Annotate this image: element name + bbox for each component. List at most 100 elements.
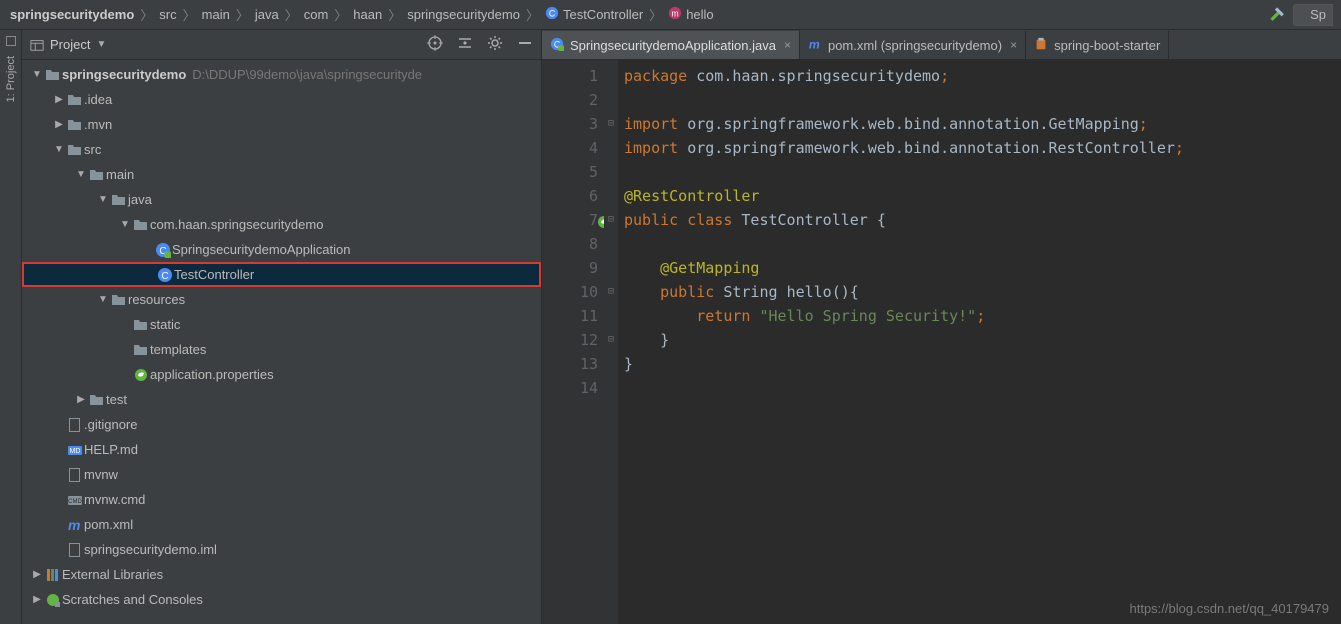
line-number: 10	[542, 280, 598, 304]
breadcrumb-label: src	[159, 7, 176, 22]
tree-row[interactable]: springsecuritydemo.iml	[22, 537, 541, 562]
tree-row[interactable]: templates	[22, 337, 541, 362]
code-line[interactable]: public class TestController {	[624, 208, 1341, 232]
close-icon[interactable]: ×	[782, 38, 791, 52]
fold-handle[interactable]: ⊟	[604, 328, 618, 352]
tree-row[interactable]: static	[22, 312, 541, 337]
code-line[interactable]: import org.springframework.web.bind.anno…	[624, 136, 1341, 160]
build-icon[interactable]	[1267, 4, 1285, 25]
locate-icon[interactable]	[427, 35, 443, 54]
tree-row[interactable]: HELP.md	[22, 437, 541, 462]
code-line[interactable]	[624, 376, 1341, 400]
tree-arrow-icon[interactable]	[30, 569, 44, 580]
fold-handle[interactable]: ⊟	[604, 208, 618, 232]
breadcrumb-label: main	[202, 7, 230, 22]
code-content[interactable]: package com.haan.springsecuritydemo; imp…	[618, 60, 1341, 624]
code-line[interactable]: return "Hello Spring Security!";	[624, 304, 1341, 328]
tree-arrow-icon[interactable]	[118, 219, 132, 230]
run-config-selector[interactable]: Sp	[1293, 4, 1333, 26]
tool-window-icon[interactable]	[6, 36, 16, 46]
fold-handle	[604, 160, 618, 184]
tree-row[interactable]: src	[22, 137, 541, 162]
line-number: 4	[542, 136, 598, 160]
project-sidebar-title[interactable]: Project	[50, 37, 90, 52]
editor-gutter: 1234567891011121314	[542, 60, 604, 624]
tree-row[interactable]: .mvn	[22, 112, 541, 137]
class-icon	[545, 6, 559, 23]
breadcrumb-item[interactable]: java	[253, 7, 281, 22]
tree-arrow-icon[interactable]	[52, 119, 66, 130]
tree-arrow-icon[interactable]	[74, 394, 88, 405]
breadcrumb-item[interactable]: main	[200, 7, 232, 22]
breadcrumb-item[interactable]: TestController	[543, 6, 645, 23]
code-line[interactable]: }	[624, 328, 1341, 352]
tree-row[interactable]: mvnw.cmd	[22, 487, 541, 512]
editor-tab[interactable]: spring-boot-starter	[1026, 31, 1169, 59]
tree-row[interactable]: resources	[22, 287, 541, 312]
code-line[interactable]	[624, 232, 1341, 256]
tree-arrow-icon[interactable]	[30, 594, 44, 605]
tree-label: .gitignore	[84, 417, 137, 432]
folder-icon	[66, 142, 84, 158]
hide-icon[interactable]	[517, 35, 533, 54]
fold-handle	[604, 232, 618, 256]
fold-handle[interactable]: ⊟	[604, 280, 618, 304]
close-icon[interactable]: ×	[1008, 38, 1017, 52]
tree-row[interactable]: springsecuritydemoD:\DDUP\99demo\java\sp…	[22, 62, 541, 87]
tree-label: java	[128, 192, 152, 207]
tree-label: .idea	[84, 92, 112, 107]
tree-row[interactable]: External Libraries	[22, 562, 541, 587]
tree-arrow-icon[interactable]	[52, 144, 66, 155]
code-line[interactable]	[624, 160, 1341, 184]
code-line[interactable]: @RestController	[624, 184, 1341, 208]
tree-row[interactable]: TestController	[22, 262, 541, 287]
file-icon	[66, 417, 84, 433]
project-tree[interactable]: springsecuritydemoD:\DDUP\99demo\java\sp…	[22, 60, 541, 624]
file-icon	[66, 467, 84, 483]
editor-tab[interactable]: SpringsecuritydemoApplication.java×	[542, 31, 800, 59]
editor-tab[interactable]: pom.xml (springsecuritydemo)×	[800, 31, 1026, 59]
breadcrumb-item[interactable]: springsecuritydemo	[405, 7, 522, 22]
code-line[interactable]: }	[624, 352, 1341, 376]
project-tool-tab[interactable]: 1: Project	[3, 50, 19, 108]
tree-extra: D:\DDUP\99demo\java\springsecurityde	[192, 67, 422, 82]
code-line[interactable]: @GetMapping	[624, 256, 1341, 280]
tree-row[interactable]: mvnw	[22, 462, 541, 487]
tree-row[interactable]: main	[22, 162, 541, 187]
fold-handle[interactable]: ⊟	[604, 112, 618, 136]
lib-icon	[44, 567, 62, 583]
tree-row[interactable]: .idea	[22, 87, 541, 112]
breadcrumb-item[interactable]: haan	[351, 7, 384, 22]
cmd-icon	[66, 492, 84, 508]
breadcrumb-item[interactable]: springsecuritydemo	[8, 7, 136, 22]
tree-arrow-icon[interactable]	[96, 294, 110, 305]
code-editor[interactable]: 1234567891011121314 ⊟ ⊟ ⊟ ⊟ package com.haa…	[542, 60, 1341, 624]
collapse-all-icon[interactable]	[457, 35, 473, 54]
fold-handle	[604, 352, 618, 376]
project-sidebar: Project ▼ springsecuritydemoD:\DDUP\99de…	[22, 30, 542, 624]
tree-arrow-icon[interactable]	[74, 169, 88, 180]
tree-arrow-icon[interactable]	[30, 69, 44, 80]
breadcrumb-item[interactable]: hello	[666, 6, 715, 23]
fold-strip: ⊟ ⊟ ⊟ ⊟	[604, 60, 618, 624]
code-line[interactable]: package com.haan.springsecuritydemo;	[624, 64, 1341, 88]
tree-row[interactable]: .gitignore	[22, 412, 541, 437]
tree-row[interactable]: pom.xml	[22, 512, 541, 537]
tree-row[interactable]: application.properties	[22, 362, 541, 387]
code-line[interactable]: import org.springframework.web.bind.anno…	[624, 112, 1341, 136]
tree-arrow-icon[interactable]	[52, 94, 66, 105]
chevron-down-icon[interactable]: ▼	[96, 39, 106, 50]
tree-row[interactable]: SpringsecuritydemoApplication	[22, 237, 541, 262]
tree-row[interactable]: com.haan.springsecuritydemo	[22, 212, 541, 237]
tree-row[interactable]: java	[22, 187, 541, 212]
breadcrumb-item[interactable]: com	[302, 7, 331, 22]
tree-row[interactable]: Scratches and Consoles	[22, 587, 541, 612]
tree-row[interactable]: test	[22, 387, 541, 412]
breadcrumb-item[interactable]: src	[157, 7, 178, 22]
code-line[interactable]: public String hello(){	[624, 280, 1341, 304]
tab-label: spring-boot-starter	[1054, 38, 1160, 53]
code-line[interactable]	[624, 88, 1341, 112]
gear-icon[interactable]	[487, 35, 503, 54]
tree-arrow-icon[interactable]	[96, 194, 110, 205]
folder-icon	[132, 217, 150, 233]
